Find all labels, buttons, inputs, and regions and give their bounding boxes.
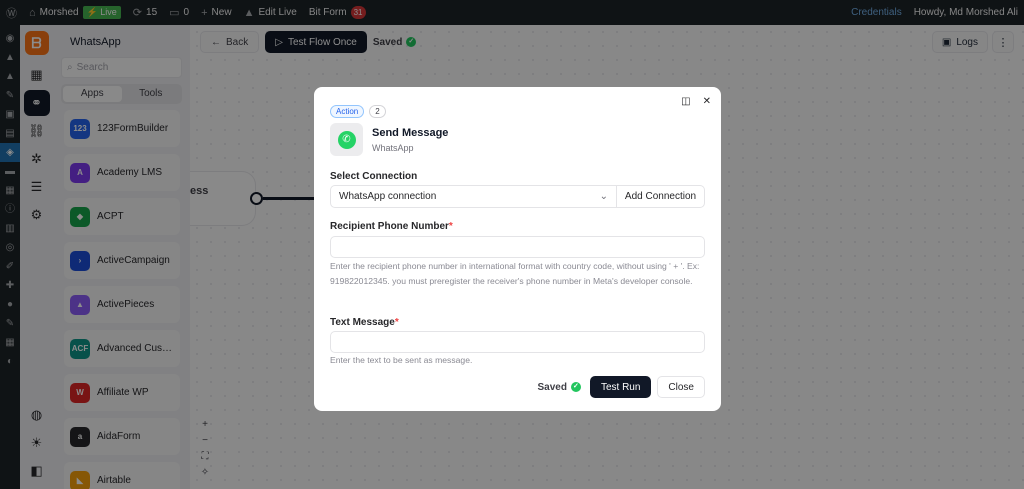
phone-label-text: Recipient Phone Number — [330, 221, 449, 232]
send-message-modal: ◫ ✕ Action 2 ✆ Send Message WhatsApp Sel… — [314, 87, 721, 411]
check-icon: ✓ — [570, 382, 581, 392]
step-number-tag: 2 — [369, 105, 386, 118]
add-connection-button[interactable]: Add Connection — [617, 185, 705, 208]
saved-label: Saved — [537, 381, 567, 393]
text-message-label: Text Message* — [330, 317, 399, 328]
select-connection-label: Select Connection — [330, 171, 418, 182]
close-icon[interactable]: ✕ — [703, 96, 711, 107]
recipient-phone-label: Recipient Phone Number* — [330, 221, 453, 232]
close-button[interactable]: Close — [657, 376, 705, 398]
test-run-button[interactable]: Test Run — [589, 376, 652, 398]
text-label-text: Text Message — [330, 317, 395, 328]
chevron-down-icon: ⌄ — [599, 191, 608, 202]
modal-title: Send Message — [372, 126, 449, 139]
action-tag: Action — [330, 105, 365, 118]
modal-subtitle: WhatsApp — [372, 142, 414, 153]
whatsapp-icon: ✆ — [337, 130, 356, 149]
text-message-input[interactable] — [330, 331, 705, 353]
saved-status: Saved ✓ — [537, 381, 581, 393]
required-mark: * — [394, 317, 399, 328]
connection-select[interactable]: WhatsApp connection ⌄ — [330, 185, 617, 208]
text-help-text: Enter the text to be sent as message. — [330, 355, 473, 365]
whatsapp-logo-box: ✆ — [330, 123, 363, 156]
panel-toggle-icon[interactable]: ◫ — [681, 96, 690, 107]
required-mark: * — [448, 221, 453, 232]
recipient-phone-input[interactable] — [330, 236, 705, 258]
phone-help-text: Enter the recipient phone number in inte… — [330, 261, 700, 286]
connection-value: WhatsApp connection — [339, 191, 437, 202]
